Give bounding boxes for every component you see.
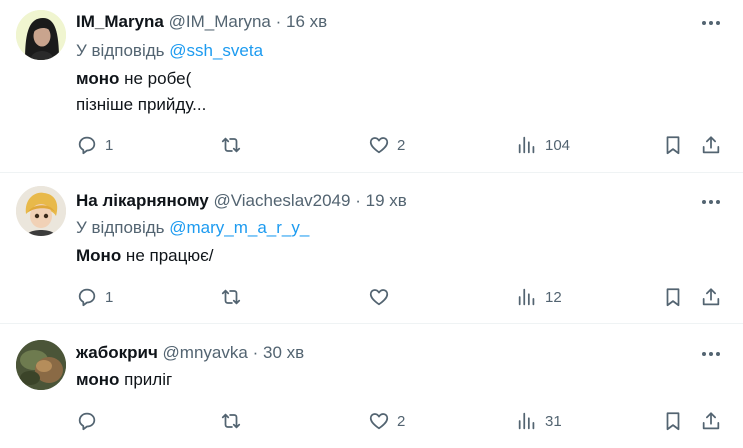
reply-icon [78, 136, 96, 155]
timestamp[interactable]: 19 хв [366, 191, 407, 210]
display-name[interactable]: IM_Maryna [76, 12, 164, 31]
retweet-button[interactable] [220, 409, 249, 433]
tweet-text-bold: Моно [76, 246, 122, 265]
reply-button[interactable]: 1 [76, 285, 113, 309]
views-icon [518, 412, 535, 430]
retweet-button[interactable] [220, 285, 249, 309]
reply-button[interactable]: 1 [76, 133, 113, 157]
tweet-header: жабокрич @mnyavka · 30 хв [76, 342, 304, 364]
tweet-text-line2: пізніше прийду... [76, 95, 207, 114]
reply-prefix: У відповідь [76, 41, 165, 60]
retweet-button[interactable] [220, 133, 249, 157]
avatar[interactable] [16, 186, 66, 236]
tweet[interactable]: На лікарняному @Viacheslav2049 · 19 хв У… [0, 173, 743, 323]
tweet-text: моно приліг [76, 367, 172, 393]
share-icon [702, 136, 720, 154]
like-icon [369, 289, 389, 306]
reply-count: 1 [105, 288, 114, 306]
share-button[interactable] [700, 285, 722, 309]
like-button[interactable]: 2 [368, 409, 405, 433]
avatar[interactable] [16, 10, 66, 60]
user-handle[interactable]: @IM_Maryna [169, 12, 271, 31]
share-icon [702, 288, 720, 306]
share-button[interactable] [700, 409, 722, 433]
tweet-text-bold: моно [76, 69, 120, 88]
like-count: 2 [397, 412, 406, 430]
bookmark-icon [666, 412, 680, 431]
reply-mention-link[interactable]: @mary_m_a_r_y_ [169, 218, 309, 237]
timestamp[interactable]: 30 хв [263, 343, 304, 362]
more-button[interactable] [700, 12, 722, 34]
avatar-image [16, 186, 66, 236]
reply-button[interactable] [76, 409, 105, 433]
bookmark-button[interactable] [662, 409, 684, 433]
tweet-text-rest: приліг [119, 370, 173, 389]
reply-prefix: У відповідь [76, 218, 165, 237]
separator-dot: · [275, 12, 282, 31]
like-count: 2 [397, 136, 406, 154]
views-icon [518, 288, 535, 306]
tweet-text-rest: не робе( [119, 69, 192, 88]
views-count: 104 [545, 136, 571, 154]
separator-dot: · [252, 343, 259, 362]
avatar-image [16, 340, 66, 390]
separator-dot: · [355, 191, 361, 210]
tweet-text-rest: не працює/ [121, 246, 214, 265]
share-icon [702, 412, 720, 430]
more-icon [702, 352, 720, 356]
share-button[interactable] [700, 133, 722, 157]
like-icon [369, 413, 389, 430]
tweet-actions: 1 12 [0, 285, 743, 309]
more-button[interactable] [700, 191, 722, 213]
tweet-text: моно не робе( [76, 66, 191, 92]
more-button[interactable] [700, 343, 722, 365]
timestamp[interactable]: 16 хв [286, 12, 327, 31]
tweet-actions: 2 31 [0, 409, 743, 433]
reply-context: У відповідь @mary_m_a_r_y_ [76, 217, 309, 239]
bookmark-icon [666, 136, 680, 155]
more-icon [702, 200, 720, 204]
avatar-image [16, 10, 66, 60]
display-name[interactable]: На лікарняному [76, 191, 209, 210]
tweet-header: IM_Maryna @IM_Maryna · 16 хв [76, 11, 327, 33]
views-count: 31 [545, 412, 562, 430]
tweet-actions: 1 2 104 [0, 133, 743, 157]
like-icon [369, 137, 389, 154]
like-button[interactable]: 2 [368, 133, 405, 157]
tweet-header: На лікарняному @Viacheslav2049 · 19 хв [76, 190, 407, 212]
bookmark-button[interactable] [662, 285, 684, 309]
avatar[interactable] [16, 340, 66, 390]
display-name[interactable]: жабокрич [76, 343, 158, 362]
retweet-icon [221, 289, 241, 305]
views-button[interactable]: 31 [516, 409, 562, 433]
tweet-text-bold: моно [76, 370, 120, 389]
reply-icon [78, 412, 96, 431]
like-button[interactable] [368, 285, 397, 309]
bookmark-icon [666, 288, 680, 307]
views-icon [518, 136, 535, 154]
tweet[interactable]: жабокрич @mnyavka · 30 хв моно приліг 2 … [0, 324, 743, 448]
views-count: 12 [545, 288, 562, 306]
retweet-icon [221, 137, 241, 153]
bookmark-button[interactable] [662, 133, 684, 157]
views-button[interactable]: 12 [516, 285, 562, 309]
reply-context: У відповідь @ssh_sveta [76, 40, 263, 62]
reply-mention-link[interactable]: @ssh_sveta [169, 41, 263, 60]
user-handle[interactable]: @mnyavka [163, 343, 248, 362]
user-handle[interactable]: @Viacheslav2049 [213, 191, 350, 210]
retweet-icon [221, 413, 241, 429]
tweet[interactable]: IM_Maryna @IM_Maryna · 16 хв У відповідь… [0, 0, 743, 172]
reply-count: 1 [105, 136, 114, 154]
tweet-text: Моно не працює/ [76, 243, 214, 269]
more-icon [702, 21, 720, 25]
views-button[interactable]: 104 [516, 133, 570, 157]
reply-icon [78, 288, 96, 307]
